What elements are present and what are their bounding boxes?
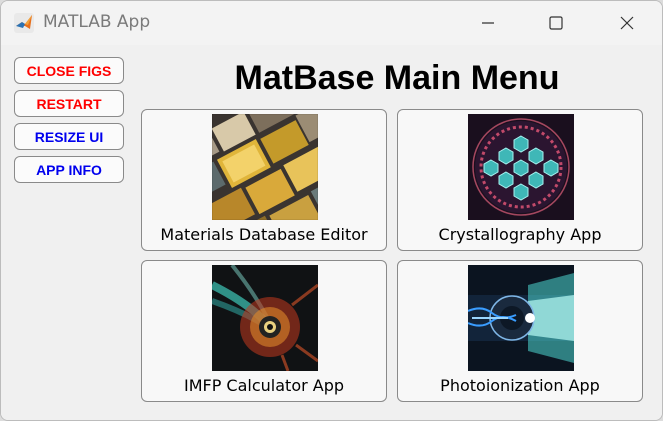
restart-button[interactable]: RESTART <box>14 90 124 117</box>
app-content: CLOSE FIGS RESTART RESIZE UI APP INFO Ma… <box>1 45 662 420</box>
photoionization-app-label: Photoionization App <box>440 376 600 395</box>
close-icon <box>620 16 634 30</box>
app-info-button[interactable]: APP INFO <box>14 156 124 183</box>
crystallography-app-button[interactable]: Crystallography App <box>397 109 643 251</box>
imfp-calculator-app-label: IMFP Calculator App <box>183 376 345 395</box>
photoionization-beam-image <box>468 265 574 371</box>
imfp-calculator-app-button[interactable]: IMFP Calculator App <box>141 260 387 402</box>
imfp-particle-spiral-image <box>212 265 318 371</box>
maximize-button[interactable] <box>533 1 579 45</box>
minimize-button[interactable] <box>465 1 511 45</box>
close-figs-button[interactable]: CLOSE FIGS <box>14 57 124 84</box>
crystallography-app-label: Crystallography App <box>438 225 602 244</box>
materials-database-editor-label: Materials Database Editor <box>160 225 368 244</box>
window-title: MATLAB App <box>43 12 151 32</box>
matlab-logo-icon <box>14 13 34 33</box>
page-title: MatBase Main Menu <box>234 59 560 97</box>
materials-chips-image <box>212 114 318 220</box>
resize-ui-button[interactable]: RESIZE UI <box>14 123 124 150</box>
title-bar[interactable]: MATLAB App <box>1 1 662 45</box>
materials-database-editor-button[interactable]: Materials Database Editor <box>141 109 387 251</box>
minimize-icon <box>482 22 494 24</box>
photoionization-app-button[interactable]: Photoionization App <box>397 260 643 402</box>
close-button[interactable] <box>604 1 650 45</box>
maximize-icon <box>549 16 563 30</box>
crystal-lattice-image <box>468 114 574 220</box>
app-window: MATLAB App CLOSE FIGS RESTART RESIZE UI … <box>0 0 663 421</box>
